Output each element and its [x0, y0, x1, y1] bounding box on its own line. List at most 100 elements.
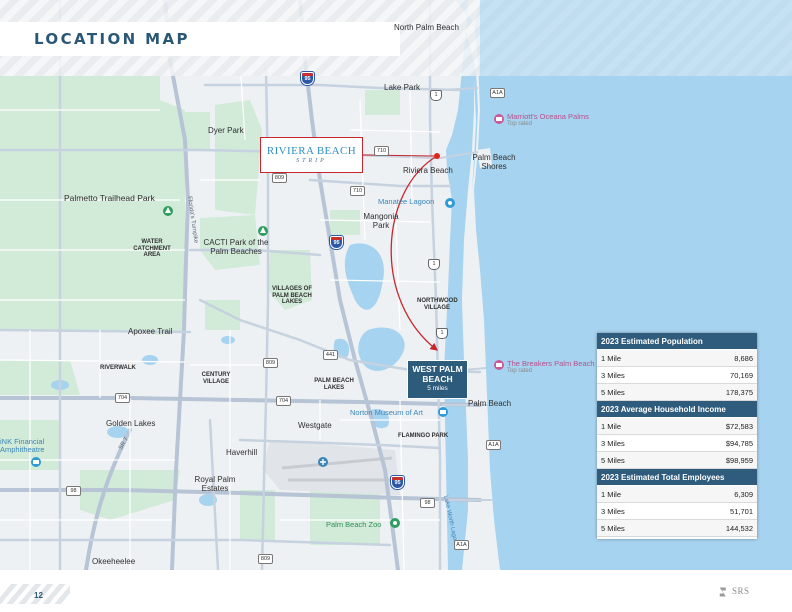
- sr710-shield-icon: 710: [350, 186, 365, 196]
- row-label: 1 Mile: [601, 353, 622, 363]
- row-value: 178,375: [725, 387, 753, 397]
- row-value: 6,309: [734, 489, 753, 499]
- table-row: 5 Miles $98,959: [597, 452, 757, 469]
- riviera-logo-sub: STRIP: [296, 158, 327, 164]
- sr809-shield-icon: 809: [272, 173, 287, 183]
- table-row: 3 Miles $94,785: [597, 435, 757, 452]
- table-row: 1 Mile 6,309: [597, 486, 757, 503]
- label-north-palm-beach: North Palm Beach: [394, 23, 459, 32]
- us1-shield-icon: 1: [428, 259, 440, 270]
- label-breakers: The Breakers Palm Beach Top rated: [507, 359, 595, 375]
- label-century-village: CENTURY VILLAGE: [201, 372, 231, 385]
- label-golden-lakes: Golden Lakes: [106, 419, 156, 428]
- wpb-name-line1: WEST PALM: [412, 364, 463, 374]
- sr704-shield-icon: 704: [115, 393, 130, 403]
- row-value: $94,785: [725, 438, 753, 448]
- wpb-distance: 5 miles: [427, 385, 448, 392]
- row-label: 3 Miles: [601, 438, 625, 448]
- label-riverwalk: RIVERWALK: [100, 365, 136, 371]
- sr98-shield-icon: 98: [66, 486, 81, 496]
- riviera-logo-name: RIVIERA BEACH: [266, 145, 357, 157]
- row-value: 70,169: [730, 370, 753, 380]
- row-value: $72,583: [725, 421, 753, 431]
- population-header: 2023 Estimated Population: [597, 333, 757, 350]
- i95-shield-icon: 95: [301, 72, 314, 85]
- row-value: $98,959: [725, 455, 753, 465]
- sr809-shield-icon: 809: [263, 358, 278, 368]
- row-label: 3 Miles: [601, 506, 625, 516]
- label-palm-beach-lakes: PALM BEACH LAKES: [314, 378, 354, 391]
- label-water-catchment-area: WATER CATCHMENT AREA: [133, 239, 171, 259]
- table-row: 3 Miles 70,169: [597, 367, 757, 384]
- table-row: 5 Miles 144,532: [597, 520, 757, 537]
- palmetto-park-pin-icon: [163, 206, 173, 216]
- label-ink-financial-amphitheatre: iNK Financial Amphitheatre: [0, 437, 45, 455]
- row-label: 3 Miles: [601, 370, 625, 380]
- sr441-shield-icon: 441: [323, 350, 338, 360]
- label-villages-palm-beach-lakes: VILLAGES OF PALM BEACH LAKES: [271, 286, 312, 306]
- employees-rows: 1 Mile 6,309 3 Miles 51,701 5 Miles 144,532: [597, 486, 757, 537]
- sr98-shield-icon: 98: [420, 498, 435, 508]
- breakers-rating: Top rated: [507, 368, 533, 375]
- employees-header: 2023 Estimated Total Employees: [597, 469, 757, 486]
- label-manatee-lagoon: Manatee Lagoon: [378, 197, 435, 206]
- label-royal-palm-estates: Royal Palm Estates: [194, 475, 236, 493]
- label-palmetto-trailhead-park: Palmetto Trailhead Park: [64, 193, 155, 203]
- table-row: 3 Miles 51,701: [597, 503, 757, 520]
- amphitheatre-pin-icon: [31, 457, 41, 467]
- footer: [0, 570, 792, 612]
- norton-pin-icon: [438, 407, 448, 417]
- row-label: 1 Mile: [601, 489, 622, 499]
- manatee-pin-icon: [445, 198, 455, 208]
- label-mangonia-park: Mangonia Park: [363, 212, 399, 230]
- cacti-park-pin-icon: [258, 226, 268, 236]
- label-okeeheelee: Okeeheelee: [92, 557, 136, 566]
- income-rows: 1 Mile $72,583 3 Miles $94,785 5 Miles $98,…: [597, 418, 757, 469]
- sr710-shield-icon: 710: [374, 146, 389, 156]
- row-value: 8,686: [734, 353, 753, 363]
- label-apoxee-trail: Apoxee Trail: [128, 327, 173, 336]
- site-marker: [434, 153, 440, 159]
- row-label: 5 Miles: [601, 523, 625, 533]
- i95-shield-icon: 95: [330, 236, 343, 249]
- sr809-shield-icon: 809: [258, 554, 273, 564]
- row-label: 1 Mile: [601, 421, 622, 431]
- label-westgate: Westgate: [298, 421, 332, 430]
- airport-icon: [318, 457, 328, 467]
- a1a-shield-icon: A1A: [486, 440, 501, 450]
- income-header: 2023 Average Household Income: [597, 401, 757, 418]
- label-palm-beach-zoo: Palm Beach Zoo: [326, 520, 382, 529]
- table-row: 5 Miles 178,375: [597, 384, 757, 401]
- population-rows: 1 Mile 8,686 3 Miles 70,169 5 Miles 178,375: [597, 350, 757, 401]
- page-number: 12: [34, 591, 43, 600]
- zoo-pin-icon: [390, 518, 400, 528]
- label-norton-museum: Norton Museum of Art: [350, 408, 423, 417]
- i95-shield-icon: 95: [391, 476, 404, 489]
- label-flamingo-park: FLAMINGO PARK: [398, 433, 449, 439]
- srs-brand: SRS: [732, 586, 750, 596]
- us1-shield-icon: 1: [436, 328, 448, 339]
- a1a-shield-icon: A1A: [454, 540, 469, 550]
- sr704-shield-icon: 704: [276, 396, 291, 406]
- a1a-shield-icon: A1A: [490, 88, 505, 98]
- label-northwood-village: NORTHWOOD VILLAGE: [417, 298, 458, 311]
- demographics-table: 2023 Estimated Population 1 Mile 8,686 3 …: [597, 333, 757, 539]
- us1-shield-icon: 1: [430, 90, 442, 101]
- table-row: 1 Mile $72,583: [597, 418, 757, 435]
- breakers-name: The Breakers Palm Beach: [507, 359, 595, 368]
- page-title: LOCATION MAP: [34, 30, 190, 48]
- riviera-beach-strip-logo: RIVIERA BEACH STRIP: [260, 137, 363, 173]
- label-palm-beach: Palm Beach: [468, 399, 512, 408]
- label-haverhill: Haverhill: [226, 448, 258, 457]
- row-label: 5 Miles: [601, 387, 625, 397]
- table-row: 1 Mile 8,686: [597, 350, 757, 367]
- row-label: 5 Miles: [601, 455, 625, 465]
- row-value: 51,701: [730, 506, 753, 516]
- marriott-name: Marriott's Oceana Palms: [507, 112, 589, 121]
- marriott-pin-icon: [494, 114, 504, 124]
- srs-logo-icon: [719, 587, 726, 597]
- label-riviera-beach: Riviera Beach: [403, 166, 453, 175]
- label-dyer-park: Dyer Park: [208, 126, 244, 135]
- label-lake-park: Lake Park: [384, 83, 421, 92]
- breakers-pin-icon: [494, 360, 504, 370]
